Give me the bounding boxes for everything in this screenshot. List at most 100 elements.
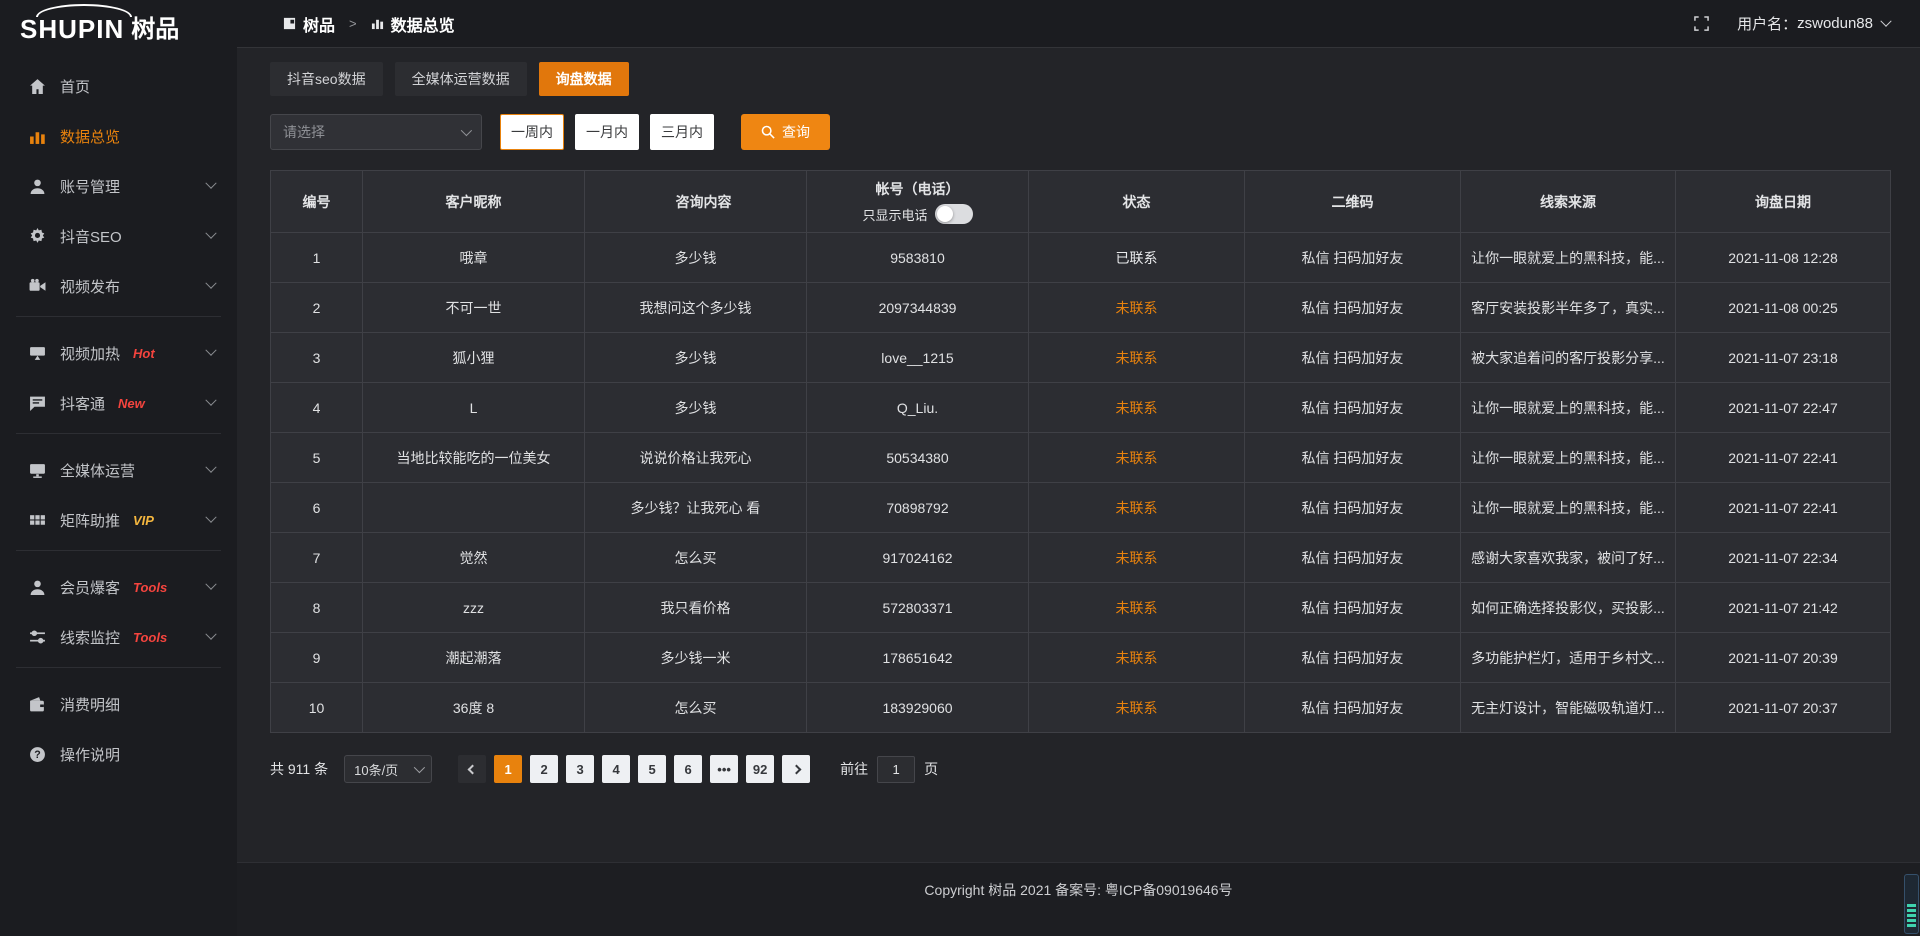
status-badge: 未联系 — [1116, 500, 1158, 516]
prev-page-button[interactable] — [458, 755, 486, 783]
cell-qrcode-links[interactable]: 私信 扫码加好友 — [1245, 633, 1461, 683]
sidebar-item-lead-monitoring[interactable]: 线索监控 Tools — [0, 615, 237, 659]
cell-qrcode-links[interactable]: 私信 扫码加好友 — [1245, 683, 1461, 733]
sidebar-item-account-management[interactable]: 账号管理 — [0, 164, 237, 208]
cell-qrcode-links[interactable]: 私信 扫码加好友 — [1245, 533, 1461, 583]
breadcrumb-home[interactable]: 树品 — [303, 12, 335, 36]
table-row: 1 哦章 多少钱 9583810 已联系 私信 扫码加好友 让你一眼就爱上的黑科… — [271, 233, 1891, 283]
chevron-down-icon — [205, 579, 216, 590]
sidebar-item-video-heating[interactable]: 视频加热 Hot — [0, 331, 237, 375]
sidebar-item-data-overview[interactable]: 数据总览 — [0, 114, 237, 158]
header-content: 咨询内容 — [585, 171, 807, 233]
grid-icon — [28, 511, 46, 529]
cell-qrcode-links[interactable]: 私信 扫码加好友 — [1245, 233, 1461, 283]
page-number-button[interactable]: 6 — [674, 755, 702, 783]
filter-bar: 请选择 一周内 一月内 三月内 查询 — [270, 114, 1920, 150]
page-number-button[interactable]: 1 — [494, 755, 522, 783]
cell-qrcode-links[interactable]: 私信 扫码加好友 — [1245, 333, 1461, 383]
sidebar-item-label: 抖客通 — [60, 393, 105, 414]
chevron-down-icon — [414, 762, 425, 773]
cell-nickname: 不可一世 — [363, 283, 585, 333]
cell-source-link[interactable]: 让你一眼就爱上的黑科技，能... — [1461, 483, 1676, 533]
chevron-down-icon — [461, 125, 472, 136]
cell-nickname: 当地比较能吃的一位美女 — [363, 433, 585, 483]
period-button[interactable]: 一月内 — [575, 114, 639, 150]
sidebar-item-home[interactable]: 首页 — [0, 64, 237, 108]
chevron-down-icon — [205, 629, 216, 640]
cell-id: 4 — [271, 383, 363, 433]
cell-status: 未联系 — [1029, 283, 1245, 333]
sidebar-item-consumption-details[interactable]: 消费明细 — [0, 682, 237, 726]
sidebar-item-doukettong[interactable]: 抖客通 New — [0, 381, 237, 425]
cell-source-link[interactable]: 让你一眼就爱上的黑科技，能... — [1461, 433, 1676, 483]
period-button[interactable]: 一周内 — [500, 114, 564, 150]
period-button[interactable]: 三月内 — [650, 114, 714, 150]
cell-source-link[interactable]: 感谢大家喜欢我家，被问了好... — [1461, 533, 1676, 583]
page-size-select[interactable]: 10条/页 — [344, 755, 432, 783]
cell-qrcode-links[interactable]: 私信 扫码加好友 — [1245, 283, 1461, 333]
tab-button[interactable]: 全媒体运营数据 — [395, 62, 527, 96]
cell-source-link[interactable]: 如何正确选择投影仪，买投影... — [1461, 583, 1676, 633]
account-select[interactable]: 请选择 — [270, 114, 482, 150]
page-size-value: 10条/页 — [354, 760, 398, 779]
cell-qrcode-links[interactable]: 私信 扫码加好友 — [1245, 483, 1461, 533]
chevron-down-icon[interactable] — [1880, 15, 1891, 26]
page-number-button[interactable]: ••• — [710, 755, 738, 783]
sidebar-item-label: 抖音SEO — [60, 226, 122, 247]
breadcrumb: 树品 > 数据总览 — [283, 12, 455, 36]
phone-only-toggle[interactable] — [935, 204, 973, 224]
chevron-down-icon — [205, 278, 216, 289]
cell-content: 多少钱 — [585, 333, 807, 383]
sidebar-item-instructions[interactable]: ? 操作说明 — [0, 732, 237, 776]
cell-content: 多少钱一米 — [585, 633, 807, 683]
header-account-title: 帐号（电话） — [807, 179, 1028, 199]
page-number-button[interactable]: 2 — [530, 755, 558, 783]
sidebar-item-video-publish[interactable]: 视频发布 — [0, 264, 237, 308]
cell-source-link[interactable]: 让你一眼就爱上的黑科技，能... — [1461, 233, 1676, 283]
new-badge: New — [118, 396, 145, 411]
cell-source-link[interactable]: 客厅安装投影半年多了，真实... — [1461, 283, 1676, 333]
cell-qrcode-links[interactable]: 私信 扫码加好友 — [1245, 433, 1461, 483]
sidebar-item-douyin-seo[interactable]: 抖音SEO — [0, 214, 237, 258]
sidebar-item-label: 首页 — [60, 76, 90, 97]
chat-icon — [28, 394, 46, 412]
browser-widget[interactable] — [1904, 874, 1919, 934]
cell-content: 我想问这个多少钱 — [585, 283, 807, 333]
next-page-button[interactable] — [782, 755, 810, 783]
query-button[interactable]: 查询 — [741, 114, 830, 150]
goto-page-input[interactable] — [877, 756, 915, 783]
page-number-button[interactable]: 92 — [746, 755, 774, 783]
sidebar-item-matrix-boost[interactable]: 矩阵助推 VIP — [0, 498, 237, 542]
cell-qrcode-links[interactable]: 私信 扫码加好友 — [1245, 383, 1461, 433]
tab-button[interactable]: 询盘数据 — [539, 62, 629, 96]
cell-source-link[interactable]: 多功能护栏灯，适用于乡村文... — [1461, 633, 1676, 683]
cell-id: 7 — [271, 533, 363, 583]
fullscreen-icon[interactable] — [1694, 16, 1709, 31]
sidebar-item-omnimedia-ops[interactable]: 全媒体运营 — [0, 448, 237, 492]
page-number-button[interactable]: 3 — [566, 755, 594, 783]
cell-source-link[interactable]: 让你一眼就爱上的黑科技，能... — [1461, 383, 1676, 433]
cell-source-link[interactable]: 被大家追着问的客厅投影分享... — [1461, 333, 1676, 383]
chevron-down-icon — [205, 345, 216, 356]
sidebar-menu: 首页 数据总览 账号管理 抖音SEO 视频发布 — [0, 48, 237, 776]
sidebar-item-member-baoke[interactable]: 会员爆客 Tools — [0, 565, 237, 609]
page-number-button[interactable]: 5 — [638, 755, 666, 783]
cell-account: 183929060 — [807, 683, 1029, 733]
cell-id: 3 — [271, 333, 363, 383]
cell-qrcode-links[interactable]: 私信 扫码加好友 — [1245, 583, 1461, 633]
header-account: 帐号（电话） 只显示电话 — [807, 171, 1029, 233]
square-icon — [283, 17, 296, 30]
page-number-button[interactable]: 4 — [602, 755, 630, 783]
sidebar-item-label: 消费明细 — [60, 694, 120, 715]
username-value[interactable]: zswodun88 — [1797, 15, 1873, 32]
wallet-icon — [28, 695, 46, 713]
tab-button[interactable]: 抖音seo数据 — [270, 62, 383, 96]
status-badge: 未联系 — [1116, 400, 1158, 416]
sidebar-item-label: 视频加热 — [60, 343, 120, 364]
header-id: 编号 — [271, 171, 363, 233]
vip-badge: VIP — [133, 513, 154, 528]
cell-status: 未联系 — [1029, 683, 1245, 733]
cell-id: 9 — [271, 633, 363, 683]
cell-source-link[interactable]: 无主灯设计，智能磁吸轨道灯... — [1461, 683, 1676, 733]
tools-badge: Tools — [133, 630, 167, 645]
